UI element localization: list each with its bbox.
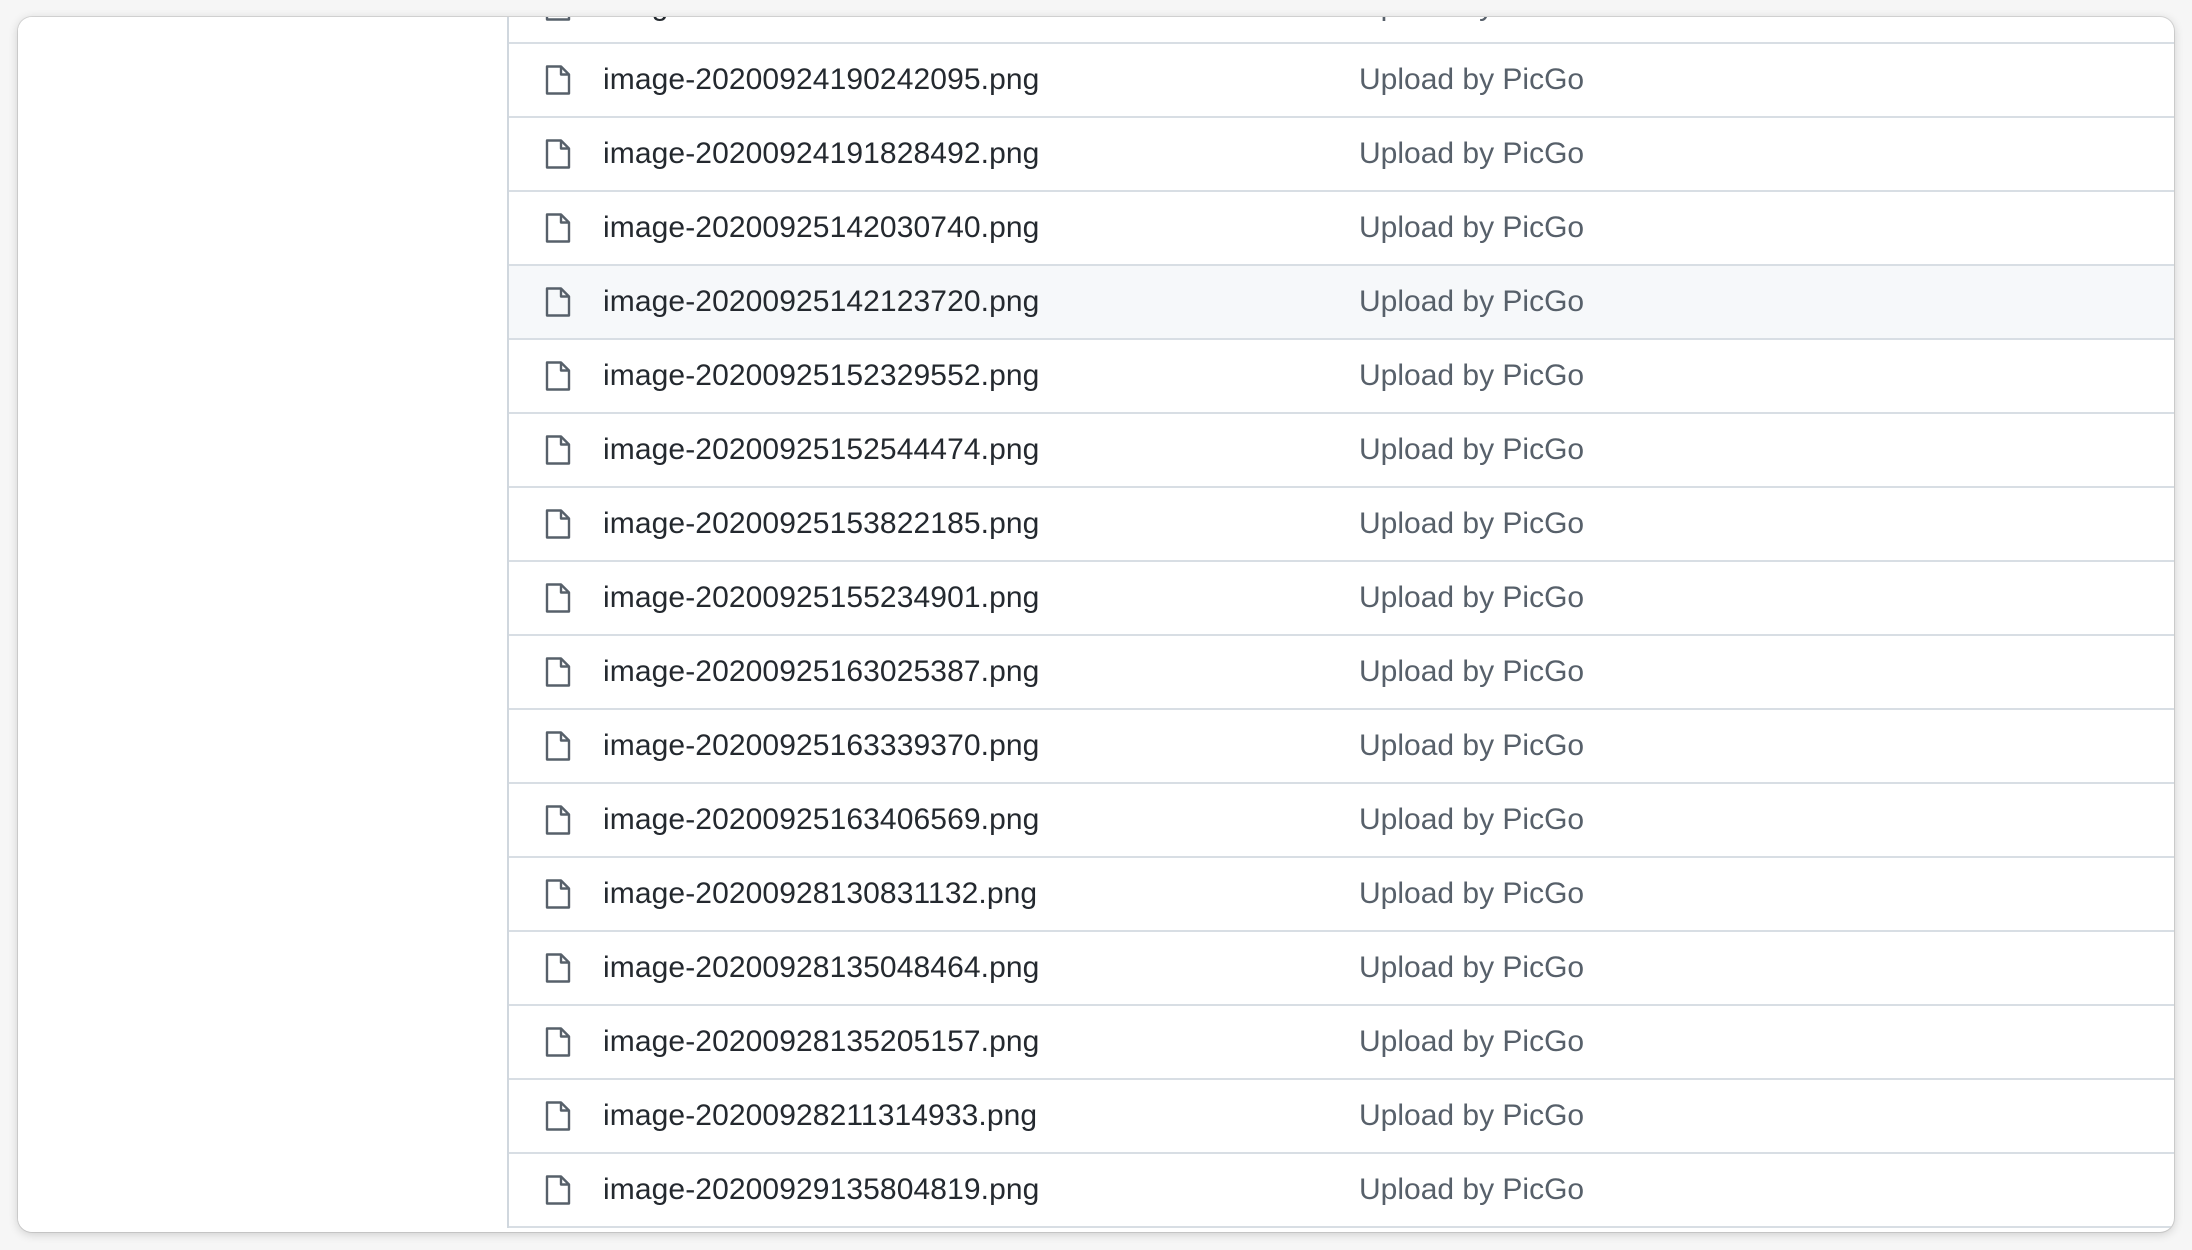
file-icon bbox=[545, 730, 571, 762]
commit-message-link[interactable]: Upload by PicGo bbox=[1359, 803, 1584, 837]
file-row[interactable]: image-20200928130831132.png Upload by Pi… bbox=[509, 858, 2174, 932]
left-blank-pane bbox=[18, 17, 507, 1232]
file-name-link[interactable]: image-20200928135205157.png bbox=[603, 1025, 1323, 1059]
commit-message-link[interactable]: Upload by PicGo bbox=[1359, 877, 1584, 911]
file-icon bbox=[545, 952, 571, 984]
file-name-link[interactable]: image-20200924190242095.png bbox=[603, 63, 1323, 97]
commit-message-link[interactable]: Upload by PicGo bbox=[1359, 359, 1584, 393]
file-row[interactable]: image-20200925163339370.png Upload by Pi… bbox=[509, 710, 2174, 784]
file-row[interactable]: image-20200925152544474.png Upload by Pi… bbox=[509, 414, 2174, 488]
file-name-link[interactable]: image-20200928130831132.png bbox=[603, 877, 1323, 911]
file-icon bbox=[545, 804, 571, 836]
commit-message-link[interactable]: Upload by PicGo bbox=[1359, 729, 1584, 763]
commit-message-link[interactable]: Upload by PicGo bbox=[1359, 211, 1584, 245]
file-icon bbox=[545, 508, 571, 540]
commit-message-link[interactable]: Upload by PicGo bbox=[1359, 63, 1584, 97]
file-row[interactable]: image-20200925153822185.png Upload by Pi… bbox=[509, 488, 2174, 562]
commit-message-link[interactable]: Upload by PicGo bbox=[1359, 433, 1584, 467]
browser-window: image-20200924190242095-2020092419053568… bbox=[18, 17, 2174, 1232]
file-icon bbox=[545, 582, 571, 614]
file-icon bbox=[545, 434, 571, 466]
file-icon bbox=[545, 17, 571, 22]
file-name-link[interactable]: image-20200924191828492.png bbox=[603, 137, 1323, 171]
file-name-link[interactable]: image-20200925163406569.png bbox=[603, 803, 1323, 837]
file-row[interactable]: image-20200925163406569.png Upload by Pi… bbox=[509, 784, 2174, 858]
file-row[interactable]: image-20200924190242095-2020092419053568… bbox=[509, 17, 2174, 44]
file-icon bbox=[545, 64, 571, 96]
file-icon bbox=[545, 878, 571, 910]
file-name-link[interactable]: image-20200925153822185.png bbox=[603, 507, 1323, 541]
file-icon bbox=[545, 138, 571, 170]
file-name-link[interactable]: image-20200925163025387.png bbox=[603, 655, 1323, 689]
commit-message-link[interactable]: Upload by PicGo bbox=[1359, 1025, 1584, 1059]
file-icon bbox=[545, 360, 571, 392]
file-name-link[interactable]: image-20200924190242095-2020092419053568… bbox=[603, 17, 1323, 23]
file-row[interactable]: image-20200928135205157.png Upload by Pi… bbox=[509, 1006, 2174, 1080]
file-name-link[interactable]: image-20200925142030740.png bbox=[603, 211, 1323, 245]
commit-message-link[interactable]: Upload by PicGo bbox=[1359, 951, 1584, 985]
commit-message-link[interactable]: Upload by PicGo bbox=[1359, 581, 1584, 615]
file-row[interactable]: image-20200924190242095.png Upload by Pi… bbox=[509, 44, 2174, 118]
file-name-link[interactable]: image-20200925152329552.png bbox=[603, 359, 1323, 393]
file-name-link[interactable]: image-20200928135048464.png bbox=[603, 951, 1323, 985]
file-row[interactable]: image-20200925142030740.png Upload by Pi… bbox=[509, 192, 2174, 266]
file-row[interactable]: image-20200924191828492.png Upload by Pi… bbox=[509, 118, 2174, 192]
file-row[interactable]: image-20200928211314933.png Upload by Pi… bbox=[509, 1080, 2174, 1154]
file-row[interactable]: image-20200925152329552.png Upload by Pi… bbox=[509, 340, 2174, 414]
commit-message-link[interactable]: Upload by PicGo bbox=[1359, 1099, 1584, 1133]
file-name-link[interactable]: image-20200925142123720.png bbox=[603, 285, 1323, 319]
file-row[interactable]: image-20200925142123720.png Upload by Pi… bbox=[509, 266, 2174, 340]
commit-message-link[interactable]: Upload by PicGo bbox=[1359, 17, 1584, 23]
file-icon bbox=[545, 656, 571, 688]
commit-message-link[interactable]: Upload by PicGo bbox=[1359, 1173, 1584, 1207]
file-row[interactable]: image-20200925163025387.png Upload by Pi… bbox=[509, 636, 2174, 710]
file-name-link[interactable]: image-20200925152544474.png bbox=[603, 433, 1323, 467]
commit-message-link[interactable]: Upload by PicGo bbox=[1359, 655, 1584, 689]
file-row[interactable]: image-20200925155234901.png Upload by Pi… bbox=[509, 562, 2174, 636]
file-name-link[interactable]: image-20200928211314933.png bbox=[603, 1099, 1323, 1133]
file-name-link[interactable]: image-20200929135804819.png bbox=[603, 1173, 1323, 1207]
file-list: image-20200924190242095-2020092419053568… bbox=[507, 17, 2174, 1228]
commit-message-link[interactable]: Upload by PicGo bbox=[1359, 285, 1584, 319]
file-row[interactable]: image-20200929135804819.png Upload by Pi… bbox=[509, 1154, 2174, 1228]
file-icon bbox=[545, 212, 571, 244]
commit-message-link[interactable]: Upload by PicGo bbox=[1359, 137, 1584, 171]
file-icon bbox=[545, 1174, 571, 1206]
file-icon bbox=[545, 1100, 571, 1132]
commit-message-link[interactable]: Upload by PicGo bbox=[1359, 507, 1584, 541]
file-icon bbox=[545, 1026, 571, 1058]
file-name-link[interactable]: image-20200925155234901.png bbox=[603, 581, 1323, 615]
file-name-link[interactable]: image-20200925163339370.png bbox=[603, 729, 1323, 763]
file-row[interactable]: image-20200928135048464.png Upload by Pi… bbox=[509, 932, 2174, 1006]
file-icon bbox=[545, 286, 571, 318]
